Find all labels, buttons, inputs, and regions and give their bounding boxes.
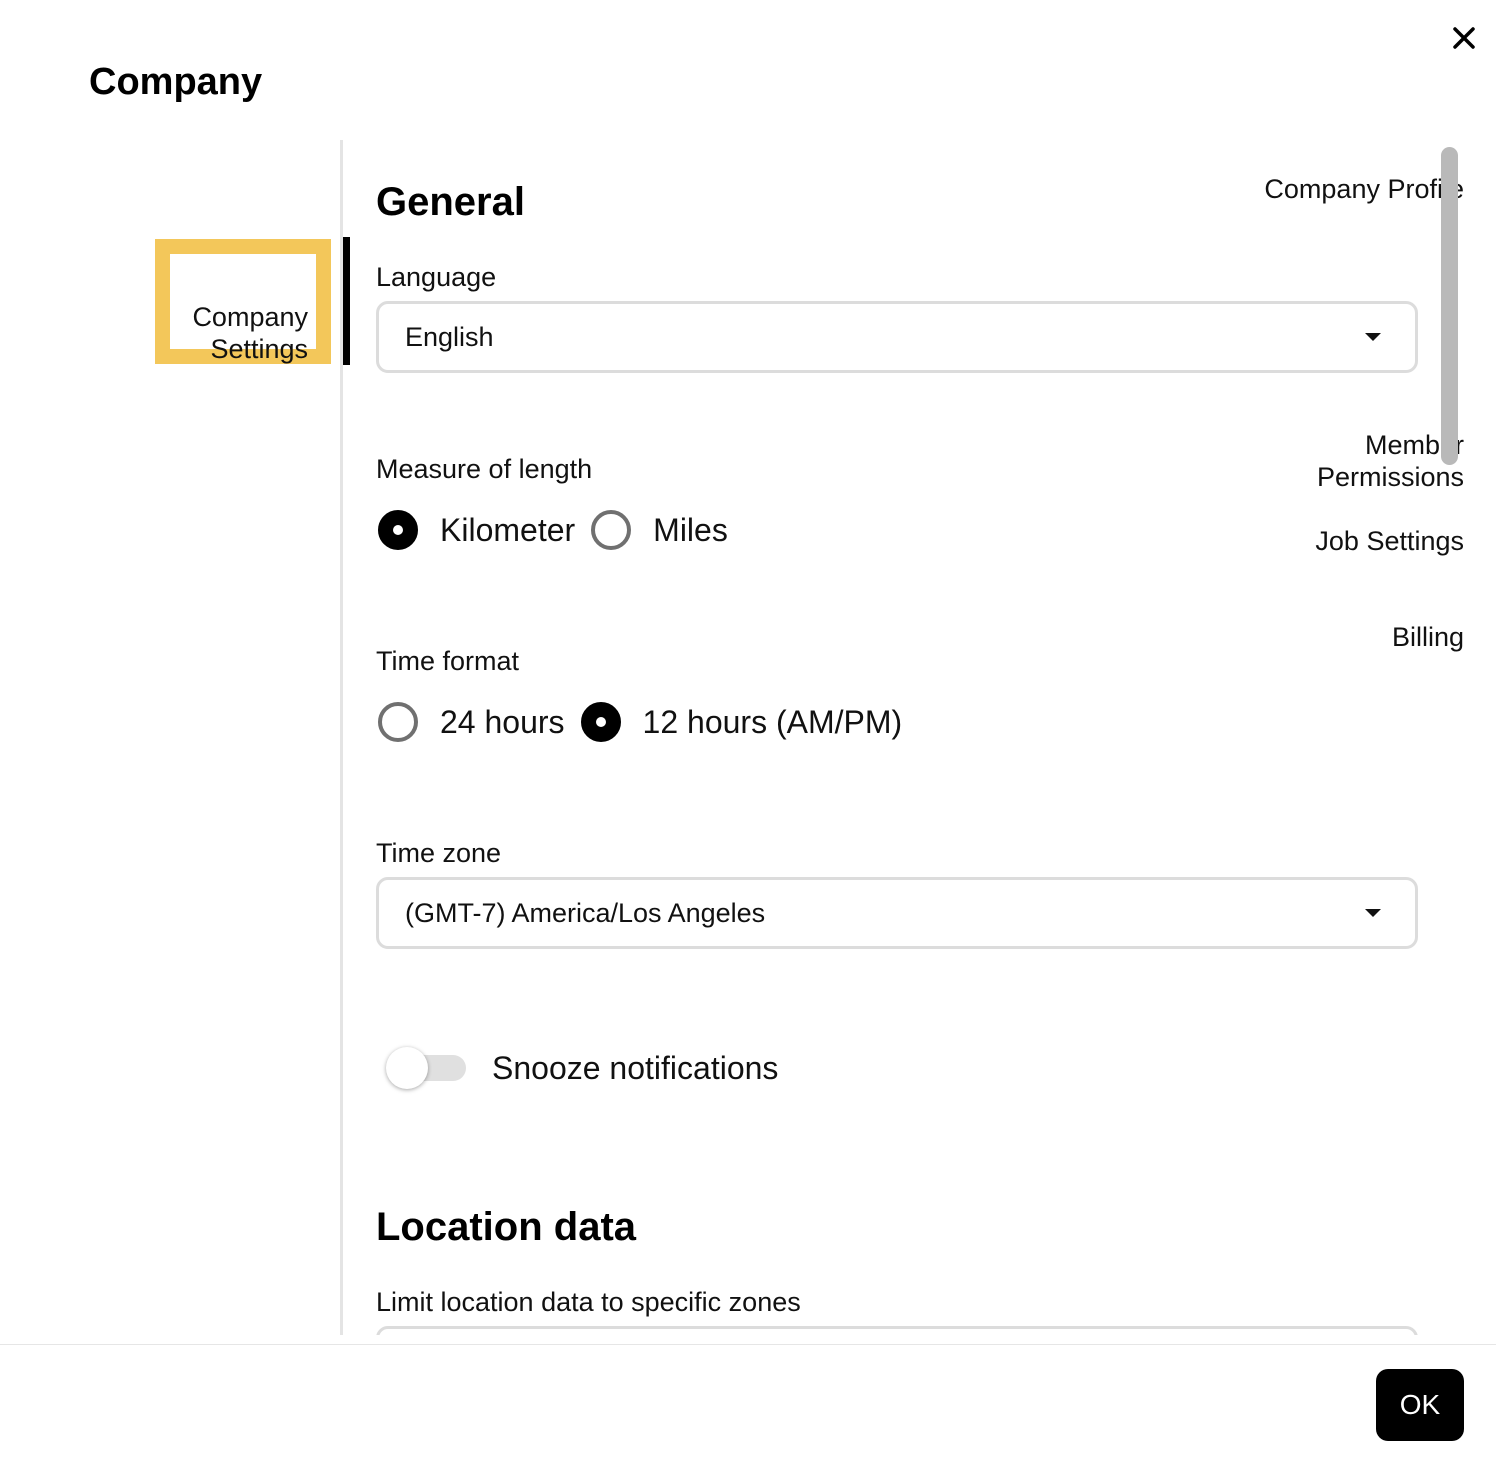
radio-24-hours[interactable]: 24 hours xyxy=(378,702,565,742)
snooze-label: Snooze notifications xyxy=(492,1050,779,1086)
radio-miles[interactable]: Miles xyxy=(591,510,728,550)
radio-checked-icon xyxy=(378,510,418,550)
location-limit-label: Limit location data to specific zones xyxy=(376,1287,801,1317)
sidebar-item-label: Company Settings xyxy=(192,302,308,364)
caret-down-icon xyxy=(1365,909,1381,917)
sidebar-divider xyxy=(340,140,343,1335)
radio-unchecked-icon xyxy=(378,702,418,742)
radio-kilometer[interactable]: Kilometer xyxy=(378,510,575,550)
radio-12-hours[interactable]: 12 hours (AM/PM) xyxy=(580,702,903,742)
language-value: English xyxy=(405,322,494,352)
time-format-label: Time format xyxy=(376,646,520,676)
location-heading: Location data xyxy=(376,1205,637,1249)
settings-content: General Language English Measure of leng… xyxy=(376,140,1418,1335)
close-button[interactable] xyxy=(1448,22,1480,54)
time-zone-select[interactable]: (GMT-7) America/Los Angeles xyxy=(376,877,1418,949)
snooze-toggle[interactable] xyxy=(386,1046,466,1090)
toggle-knob xyxy=(386,1047,428,1089)
language-select[interactable]: English xyxy=(376,301,1418,373)
length-radio-group: Kilometer Miles xyxy=(378,508,744,552)
language-label: Language xyxy=(376,262,497,292)
radio-unchecked-icon xyxy=(591,510,632,550)
radio-label: 24 hours xyxy=(440,704,565,740)
general-heading: General xyxy=(376,180,525,224)
scrollbar-thumb[interactable] xyxy=(1441,147,1458,465)
radio-label: Kilometer xyxy=(440,512,576,548)
time-format-radio-group: 24 hours 12 hours (AM/PM) xyxy=(378,700,918,744)
location-zones-select[interactable] xyxy=(376,1326,1418,1335)
snooze-row: Snooze notifications xyxy=(386,1044,778,1092)
radio-checked-icon xyxy=(580,702,621,742)
time-zone-value: (GMT-7) America/Los Angeles xyxy=(405,898,766,928)
radio-label: 12 hours (AM/PM) xyxy=(642,704,903,740)
sidebar-item-company-settings[interactable]: Company Settings xyxy=(155,269,308,365)
length-label: Measure of length xyxy=(376,454,593,484)
dialog-title: Company xyxy=(89,61,263,103)
caret-down-icon xyxy=(1365,333,1381,341)
close-icon xyxy=(1453,27,1475,49)
time-zone-label: Time zone xyxy=(376,838,502,868)
footer-divider xyxy=(0,1344,1496,1345)
radio-label: Miles xyxy=(653,512,728,548)
ok-button[interactable]: OK xyxy=(1376,1369,1464,1441)
